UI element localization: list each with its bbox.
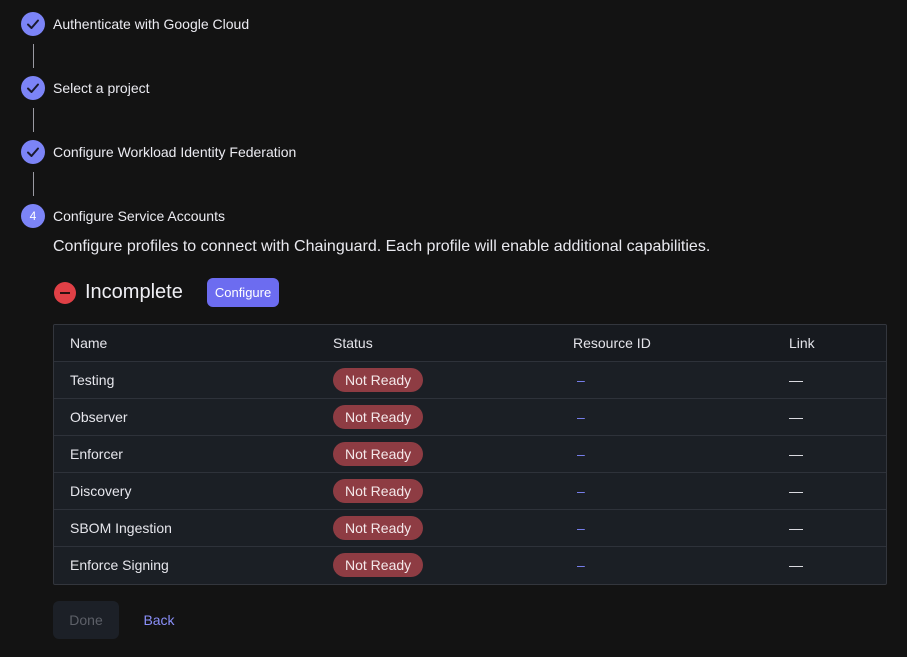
table-row: Enforcer Not Ready – — bbox=[54, 435, 886, 473]
status-badge: Not Ready bbox=[333, 479, 424, 503]
table-row: Testing Not Ready – — bbox=[54, 361, 886, 399]
status-badge: Not Ready bbox=[333, 405, 424, 429]
table-row: Observer Not Ready – — bbox=[54, 398, 886, 436]
done-button[interactable]: Done bbox=[53, 601, 119, 639]
step-connector bbox=[33, 172, 34, 196]
step-description: Configure profiles to connect with Chain… bbox=[53, 238, 711, 255]
link-value: — bbox=[789, 520, 803, 536]
profile-name: Observer bbox=[54, 398, 333, 436]
resource-id-link[interactable]: – bbox=[573, 372, 585, 388]
resource-id-link[interactable]: – bbox=[573, 520, 585, 536]
profile-name: Enforcer bbox=[54, 435, 333, 473]
step-service-accounts: 4 Configure Service Accounts bbox=[21, 204, 225, 228]
resource-id-link[interactable]: – bbox=[573, 446, 585, 462]
profile-name: SBOM Ingestion bbox=[54, 509, 333, 547]
step-label: Authenticate with Google Cloud bbox=[53, 16, 250, 32]
column-header-resource-id: Resource ID bbox=[573, 325, 789, 362]
link-value: — bbox=[789, 372, 803, 388]
profile-name: Testing bbox=[54, 361, 333, 399]
step-number-badge: 4 bbox=[21, 204, 45, 228]
setup-stepper: Authenticate with Google Cloud Select a … bbox=[0, 0, 907, 657]
resource-id-link[interactable]: – bbox=[573, 557, 585, 573]
status-badge: Not Ready bbox=[333, 516, 424, 540]
table-row: SBOM Ingestion Not Ready – — bbox=[54, 509, 886, 547]
link-value: — bbox=[789, 409, 803, 425]
step-workload-identity: Configure Workload Identity Federation bbox=[21, 140, 296, 164]
link-value: — bbox=[789, 483, 803, 499]
check-icon bbox=[21, 140, 45, 164]
link-value: — bbox=[789, 557, 803, 573]
profile-name: Discovery bbox=[54, 472, 333, 510]
step-label: Configure Service Accounts bbox=[53, 208, 225, 224]
column-header-name: Name bbox=[54, 325, 333, 362]
step-number: 4 bbox=[29, 209, 37, 223]
back-button[interactable]: Back bbox=[133, 601, 185, 639]
step-label: Configure Workload Identity Federation bbox=[53, 144, 297, 160]
table-row: Enforce Signing Not Ready – — bbox=[54, 547, 886, 584]
status-text: Incomplete bbox=[85, 281, 183, 303]
resource-id-link[interactable]: – bbox=[573, 483, 585, 499]
status-badge: Not Ready bbox=[333, 553, 424, 577]
column-header-status: Status bbox=[333, 325, 573, 362]
column-header-link: Link bbox=[789, 325, 886, 362]
table-header-row: Name Status Resource ID Link bbox=[54, 325, 886, 362]
link-value: — bbox=[789, 446, 803, 462]
step-connector bbox=[33, 44, 34, 68]
table-row: Discovery Not Ready – — bbox=[54, 472, 886, 510]
step-authenticate: Authenticate with Google Cloud bbox=[21, 12, 249, 36]
status-badge: Not Ready bbox=[333, 368, 424, 392]
incomplete-icon bbox=[54, 281, 76, 304]
status-badge: Not Ready bbox=[333, 442, 424, 466]
step-label: Select a project bbox=[53, 80, 150, 96]
check-icon bbox=[21, 12, 45, 36]
check-icon bbox=[21, 76, 45, 100]
configure-button[interactable]: Configure bbox=[206, 278, 280, 307]
profiles-table: Name Status Resource ID Link Testing Not… bbox=[53, 324, 887, 585]
configuration-status: Incomplete Configure bbox=[53, 278, 280, 307]
profile-name: Enforce Signing bbox=[70, 557, 169, 573]
step-select-project: Select a project bbox=[21, 76, 150, 100]
step-connector bbox=[33, 108, 34, 132]
resource-id-link[interactable]: – bbox=[573, 409, 585, 425]
